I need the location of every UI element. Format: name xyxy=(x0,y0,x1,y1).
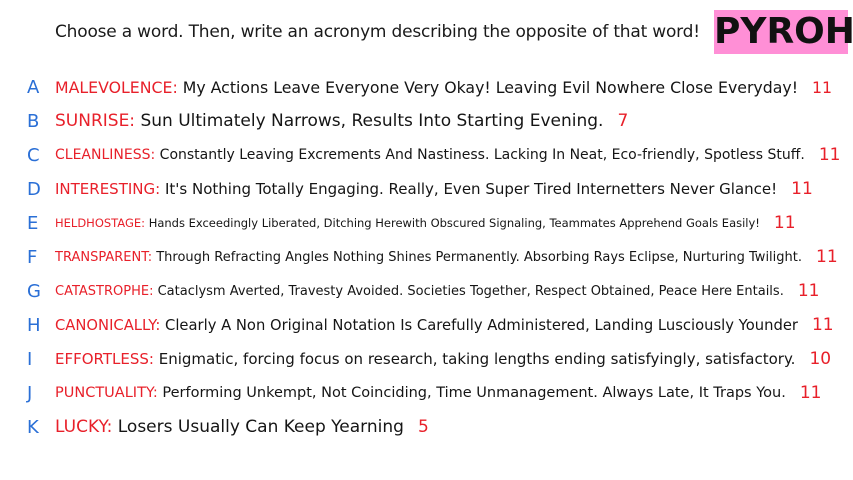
prompt-text: Choose a word. Then, write an acronym de… xyxy=(55,22,700,42)
row-word: LUCKY: xyxy=(55,417,113,437)
row-word: CATASTROPHE: xyxy=(55,283,154,299)
row-letter: E xyxy=(27,212,39,234)
row-word: SUNRISE: xyxy=(55,111,136,131)
row-acronym: Through Refracting Angles Nothing Shines… xyxy=(156,249,803,265)
row-acronym: My Actions Leave Everyone Very Okay! Lea… xyxy=(182,77,799,97)
row-count: 11 xyxy=(773,213,796,233)
list-item: B SUNRISE: Sun Ultimately Narrows, Resul… xyxy=(0,104,853,138)
list-item: G CATASTROPHE: Cataclysm Averted, Traves… xyxy=(0,274,853,308)
row-count: 7 xyxy=(617,111,629,131)
row-count: 11 xyxy=(812,77,833,97)
list-item: K LUCKY: Losers Usually Can Keep Yearnin… xyxy=(0,410,853,444)
row-word: CLEANLINESS: xyxy=(55,147,156,163)
row-count: 11 xyxy=(818,145,841,165)
row-word: TRANSPARENT: xyxy=(55,249,153,265)
row-word: EFFORTLESS: xyxy=(55,350,154,368)
row-count: 11 xyxy=(797,281,820,301)
row-word: HELDHOSTAGE: xyxy=(55,216,146,230)
row-acronym: Sun Ultimately Narrows, Results Into Sta… xyxy=(140,111,604,131)
list-item: A MALEVOLENCE: My Actions Leave Everyone… xyxy=(0,70,853,104)
list-item: F TRANSPARENT: Through Refracting Angles… xyxy=(0,240,853,274)
row-letter: C xyxy=(27,144,40,166)
row-acronym: It's Nothing Totally Engaging. Really, E… xyxy=(164,180,778,198)
row-letter: D xyxy=(27,178,41,200)
row-word: MALEVOLENCE: xyxy=(55,77,178,97)
row-letter: F xyxy=(27,246,38,268)
list-item: J PUNCTUALITY: Performing Unkempt, Not C… xyxy=(0,376,853,410)
list-item: C CLEANLINESS: Constantly Leaving Excrem… xyxy=(0,138,853,172)
row-letter: H xyxy=(27,314,41,336)
row-acronym: Constantly Leaving Excrements And Nastin… xyxy=(159,147,805,163)
row-count: 11 xyxy=(799,383,822,403)
row-count: 5 xyxy=(417,417,429,437)
row-word: PUNCTUALITY: xyxy=(55,385,158,401)
row-count: 11 xyxy=(811,315,834,335)
list-item: I EFFORTLESS: Enigmatic, forcing focus o… xyxy=(0,342,853,376)
row-acronym: Losers Usually Can Keep Yearning xyxy=(117,417,404,437)
row-acronym: Clearly A Non Original Notation Is Caref… xyxy=(165,316,798,334)
row-letter: J xyxy=(27,382,33,404)
row-count: 11 xyxy=(816,247,838,267)
row-acronym: Enigmatic, forcing focus on research, ta… xyxy=(158,350,796,368)
row-acronym: Performing Unkempt, Not Coinciding, Time… xyxy=(162,385,786,401)
row-letter: B xyxy=(27,110,40,132)
row-letter: I xyxy=(27,348,33,370)
row-letter: A xyxy=(27,76,40,98)
list-item: E HELDHOSTAGE: Hands Exceedingly Liberat… xyxy=(0,206,853,240)
row-acronym: Cataclysm Averted, Travesty Avoided. Soc… xyxy=(157,283,784,299)
row-acronym: Hands Exceedingly Liberated, Ditching He… xyxy=(148,216,760,230)
row-count: 10 xyxy=(809,349,832,369)
row-word: INTERESTING: xyxy=(55,180,161,198)
list-item: D INTERESTING: It's Nothing Totally Enga… xyxy=(0,172,853,206)
row-count: 11 xyxy=(791,179,813,199)
list-item: H CANONICALLY: Clearly A Non Original No… xyxy=(0,308,853,342)
row-letter: K xyxy=(27,416,39,438)
row-letter: G xyxy=(27,280,41,302)
channel-badge: PYROHY xyxy=(714,10,853,54)
row-word: CANONICALLY: xyxy=(55,316,161,334)
